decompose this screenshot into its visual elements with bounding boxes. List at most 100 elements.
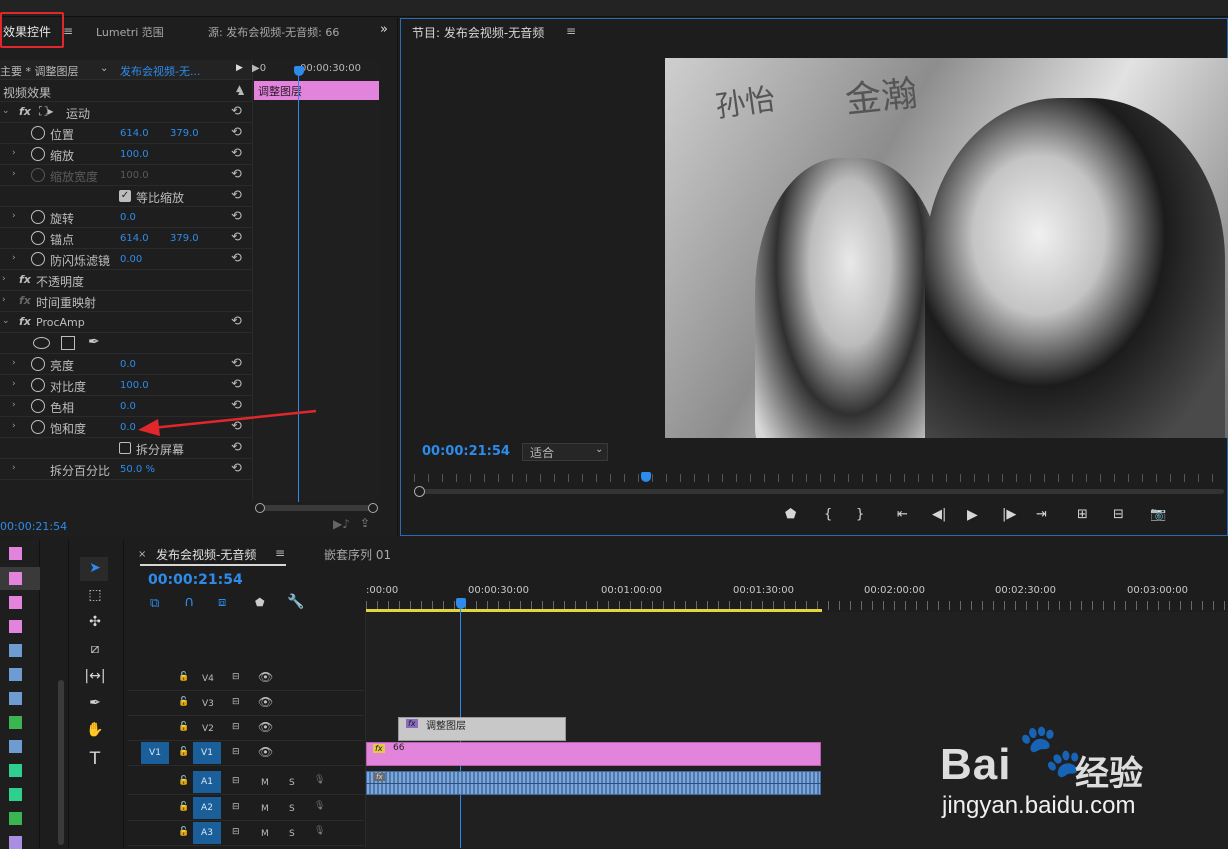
track-target-a2[interactable]: A2: [193, 797, 221, 819]
sync-lock-icon[interactable]: ⊟: [232, 827, 240, 837]
chevron-down-icon[interactable]: ⌄: [100, 63, 108, 74]
track-target-a1[interactable]: A1: [193, 771, 221, 793]
chevron-right-icon[interactable]: ›: [12, 421, 16, 431]
eye-icon[interactable]: 👁: [258, 745, 273, 759]
lock-icon[interactable]: 🔓: [178, 827, 189, 837]
chevron-right-icon[interactable]: ›: [12, 463, 16, 473]
program-timecode[interactable]: 00:00:21:54: [422, 444, 510, 459]
microphone-icon[interactable]: 🎙: [314, 775, 325, 785]
brightness-value[interactable]: 0.0: [120, 359, 136, 370]
lock-icon[interactable]: 🔓: [178, 747, 189, 757]
timeline-timecode[interactable]: 00:00:21:54: [148, 572, 243, 588]
chevron-right-icon[interactable]: ›: [12, 211, 16, 221]
track-target-a3[interactable]: A3: [193, 822, 221, 844]
effects-scroll-up[interactable]: ▲: [238, 87, 244, 96]
position-y-value[interactable]: 379.0: [170, 128, 199, 139]
label-swatch-pink[interactable]: [9, 572, 22, 585]
rectangle-mask-icon[interactable]: [61, 336, 75, 350]
stopwatch-icon[interactable]: [31, 210, 45, 224]
mute-button[interactable]: M: [261, 829, 269, 839]
lock-icon[interactable]: 🔓: [178, 672, 189, 682]
label-swatch-blue[interactable]: [9, 644, 22, 657]
chevron-right-icon[interactable]: ›: [2, 295, 6, 305]
extract-icon[interactable]: ⊟: [1113, 507, 1124, 522]
contrast-value[interactable]: 100.0: [120, 380, 149, 391]
stopwatch-icon[interactable]: [31, 378, 45, 392]
stopwatch-icon[interactable]: [31, 399, 45, 413]
linked-selection-icon[interactable]: ⧈: [218, 595, 226, 610]
label-swatch-teal[interactable]: [9, 764, 22, 777]
step-back-icon[interactable]: ◀|: [932, 507, 946, 522]
reset-icon[interactable]: ⟲: [231, 188, 242, 203]
chevron-right-icon[interactable]: ›: [2, 274, 6, 284]
stopwatch-icon[interactable]: [31, 147, 45, 161]
pen-mask-icon[interactable]: ✒: [88, 334, 100, 350]
reset-icon[interactable]: ⟲: [231, 146, 242, 161]
master-clip-label[interactable]: 主要 * 调整图层: [0, 63, 79, 79]
eye-icon[interactable]: 👁: [258, 720, 273, 734]
eye-icon[interactable]: 👁: [258, 670, 273, 684]
sync-lock-icon[interactable]: ⊟: [232, 747, 240, 757]
go-to-out-icon[interactable]: ⇥: [1036, 507, 1047, 522]
stopwatch-icon[interactable]: [31, 126, 45, 140]
panel-menu-icon[interactable]: ≡: [63, 24, 73, 38]
mute-button[interactable]: M: [261, 778, 269, 788]
mute-button[interactable]: M: [261, 804, 269, 814]
fx-icon[interactable]: fx: [19, 273, 31, 286]
scale-value[interactable]: 100.0: [120, 149, 149, 160]
slip-tool-icon[interactable]: |↔|: [84, 668, 106, 688]
tab-sequence-active[interactable]: 发布会视频-无音频: [156, 546, 256, 563]
anchor-y-value[interactable]: 379.0: [170, 233, 199, 244]
close-tab-icon[interactable]: ×: [138, 549, 146, 560]
video-clip-66[interactable]: [366, 742, 821, 766]
label-swatch-pink[interactable]: [9, 620, 22, 633]
mark-out-icon[interactable]: }: [856, 507, 864, 522]
selection-tool-icon[interactable]: ➤: [84, 560, 106, 580]
split-screen-checkbox[interactable]: [119, 442, 131, 454]
sync-lock-icon[interactable]: ⊟: [232, 697, 240, 707]
program-scrollbar[interactable]: [420, 489, 1224, 494]
label-swatch-blue[interactable]: [9, 668, 22, 681]
go-to-in-icon[interactable]: ⇤: [897, 507, 908, 522]
eye-icon[interactable]: 👁: [258, 695, 273, 709]
chevron-right-icon[interactable]: ›: [12, 358, 16, 368]
track-target-v1[interactable]: V1: [193, 742, 221, 764]
lock-icon[interactable]: 🔓: [178, 802, 189, 812]
sync-lock-icon[interactable]: ⊟: [232, 802, 240, 812]
reset-icon[interactable]: ⟲: [231, 125, 242, 140]
antiflicker-value[interactable]: 0.00: [120, 254, 142, 265]
work-area-bar[interactable]: [366, 609, 822, 612]
split-percent-value[interactable]: 50.0 %: [120, 464, 155, 475]
chevron-down-icon[interactable]: ⌄: [595, 444, 603, 455]
reset-icon[interactable]: ⟲: [231, 209, 242, 224]
type-tool-icon[interactable]: T: [84, 749, 106, 769]
position-x-value[interactable]: 614.0: [120, 128, 149, 139]
mini-scroll-left-handle[interactable]: [255, 503, 265, 513]
time-remap-row[interactable]: › fx 时间重映射: [0, 291, 252, 312]
insert-nest-icon[interactable]: ⧉: [150, 596, 159, 611]
chevron-down-icon[interactable]: ⌄: [2, 106, 10, 116]
chevron-right-icon[interactable]: ›: [12, 253, 16, 263]
solo-button[interactable]: S: [289, 829, 295, 839]
mini-scroll-right-handle[interactable]: [368, 503, 378, 513]
solo-button[interactable]: S: [289, 804, 295, 814]
reset-icon[interactable]: ⟲: [231, 440, 242, 455]
export-icon[interactable]: ⇪: [360, 516, 370, 530]
ripple-edit-tool-icon[interactable]: ✣: [84, 614, 106, 634]
label-swatch-teal[interactable]: [9, 788, 22, 801]
ellipse-mask-icon[interactable]: [33, 337, 50, 349]
label-swatch-blue[interactable]: [9, 740, 22, 753]
sync-lock-icon[interactable]: ⊟: [232, 722, 240, 732]
chevron-right-icon[interactable]: ›: [12, 400, 16, 410]
procamp-row[interactable]: ⌄ fx ProcAmp ⟲: [0, 312, 252, 333]
sync-lock-icon[interactable]: ⊟: [232, 776, 240, 786]
sync-lock-icon[interactable]: ⊟: [232, 672, 240, 682]
mark-in-icon[interactable]: {: [824, 507, 832, 522]
fx-icon[interactable]: fx: [19, 315, 31, 328]
chevron-right-icon[interactable]: ›: [12, 379, 16, 389]
snap-magnet-icon[interactable]: ∩: [184, 594, 194, 610]
add-marker-icon[interactable]: ⬟: [255, 596, 265, 609]
uniform-scale-checkbox[interactable]: ✓: [119, 190, 131, 202]
label-swatch-blue[interactable]: [9, 692, 22, 705]
fx-icon[interactable]: fx: [19, 105, 31, 118]
